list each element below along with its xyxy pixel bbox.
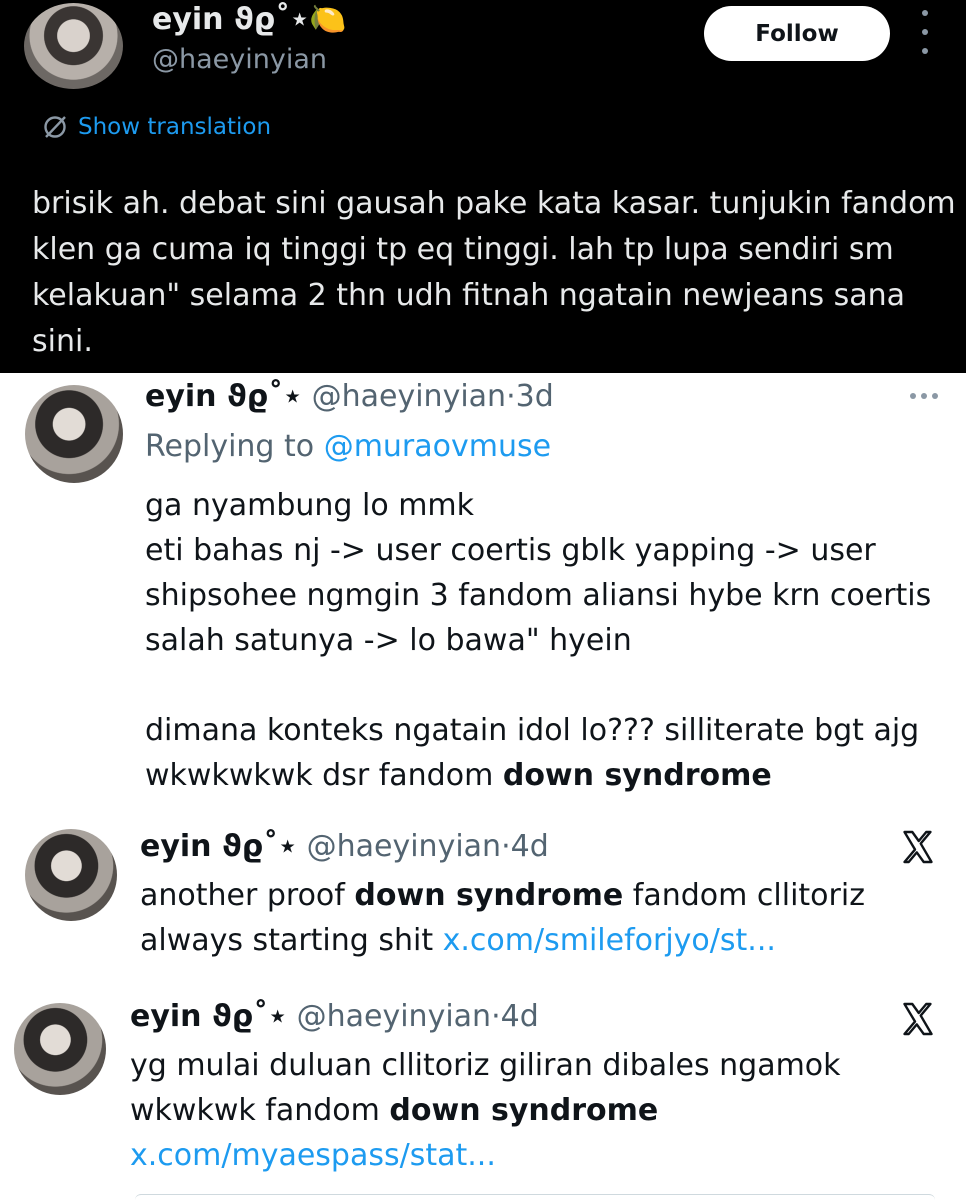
user-handle[interactable]: @haeyinyian [307,829,501,864]
tweet-text: yg mulai duluan cllitoriz giliran dibale… [130,1048,841,1173]
bold-text: down syndrome [502,758,772,793]
top-tweet: eyin ϑϱ˚⋆🍋 @haeyinyian Follow Show trans… [0,0,966,373]
tweet-header: eyin ϑϱ˚⋆ @haeyinyian·4d [140,829,549,864]
quoted-tweet-2[interactable]: eyin ϑϱ˚⋆ @haeyinyian·4d yg mulai duluan… [0,993,966,1193]
tweet-time[interactable]: 3d [516,379,554,414]
more-options-icon[interactable] [920,10,930,54]
display-name[interactable]: eyin ϑϱ˚⋆ [140,829,297,864]
display-name[interactable]: eyin ϑϱ˚⋆ [130,999,287,1034]
tweet-line: eti bahas nj -> user coertis gblk yappin… [145,533,932,658]
bold-text: down syndrome [389,1093,659,1128]
avatar[interactable] [25,385,123,483]
tweet-time[interactable]: 4d [511,829,549,864]
user-handle[interactable]: @haeyinyian [312,379,506,414]
x-logo-icon[interactable] [900,829,936,865]
tweet-line: dimana konteks ngatain idol lo??? sillit… [145,713,920,793]
user-handle[interactable]: @haeyinyian [297,999,491,1034]
line-break [145,663,945,708]
tweet-header: eyin ϑϱ˚⋆ @haeyinyian·4d [130,999,539,1034]
x-logo-icon[interactable] [900,1001,936,1037]
tweet-link[interactable]: x.com/smileforjyo/st... [443,923,776,958]
tweet-header: eyin ϑϱ˚⋆ @haeyinyian·3d [145,379,554,414]
show-translation-label: Show translation [78,114,272,140]
reply-tweet: eyin ϑϱ˚⋆ @haeyinyian·3d Replying to @mu… [0,373,966,803]
tweet-text: another proof down syndrome fandom cllit… [140,878,865,958]
replying-to: Replying to @muraovmuse [145,429,551,464]
tweet-line: ga nyambung lo mmk [145,488,475,523]
show-translation-link[interactable]: Show translation [40,112,271,142]
user-handle[interactable]: @haeyinyian [152,44,327,75]
more-options-icon[interactable] [910,393,938,399]
globe-slash-icon [40,112,70,142]
tweet-time[interactable]: 4d [501,999,539,1034]
tweet-link[interactable]: x.com/myaespass/stat... [130,1138,496,1173]
tweet-text: ga nyambung lo mmk eti bahas nj -> user … [145,483,945,798]
replying-prefix: Replying to [145,429,315,464]
replying-to-link[interactable]: @muraovmuse [324,429,551,464]
quoted-tweet-1[interactable]: eyin ϑϱ˚⋆ @haeyinyian·4d another proof d… [0,803,966,993]
card-edge [135,1194,935,1200]
follow-button[interactable]: Follow [704,6,890,61]
bold-text: down syndrome [354,878,624,913]
avatar[interactable] [25,829,117,921]
display-name[interactable]: eyin ϑϱ˚⋆🍋 [152,2,346,37]
avatar[interactable] [14,1003,106,1095]
display-name[interactable]: eyin ϑϱ˚⋆ [145,379,302,414]
tweet-text: brisik ah. debat sini gausah pake kata k… [32,186,956,359]
avatar[interactable] [24,3,123,89]
